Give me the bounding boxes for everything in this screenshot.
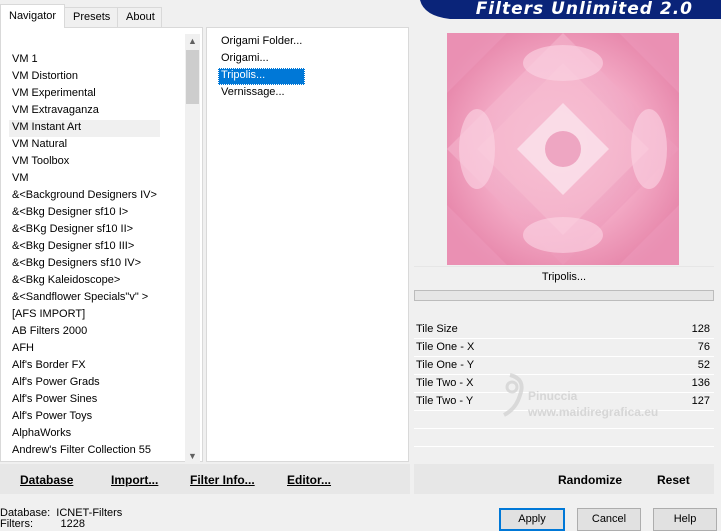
- cancel-button[interactable]: Cancel: [577, 508, 641, 531]
- database-button[interactable]: Database: [20, 473, 73, 487]
- param-tile-size[interactable]: Tile Size 128: [414, 321, 714, 339]
- tab-about[interactable]: About: [117, 7, 162, 27]
- category-item[interactable]: Alf's Power Grads: [9, 375, 160, 392]
- category-item[interactable]: AB Filters 2000: [9, 324, 160, 341]
- scroll-down-arrow-icon[interactable]: ▼: [185, 449, 200, 464]
- category-item[interactable]: VM: [9, 171, 160, 188]
- category-item[interactable]: &<Background Designers IV>: [9, 188, 160, 205]
- watermark-logo-icon: [503, 373, 524, 417]
- right-toolbar: Randomize Reset: [414, 464, 714, 494]
- category-item[interactable]: VM Extravaganza: [9, 103, 160, 120]
- help-button[interactable]: Help: [653, 508, 717, 531]
- category-item[interactable]: VM 1: [9, 52, 160, 69]
- apply-button[interactable]: Apply: [499, 508, 565, 531]
- category-item[interactable]: Alf's Power Sines: [9, 392, 160, 409]
- category-item[interactable]: Alf's Border FX: [9, 358, 160, 375]
- category-list[interactable]: VM 1 VM Distortion VM Experimental VM Extra…: [9, 52, 160, 460]
- category-item[interactable]: &<Bkg Kaleidoscope>: [9, 273, 160, 290]
- param-label: Tile One - X: [416, 341, 475, 353]
- param-value: 76: [697, 341, 710, 353]
- filters-label: Filters:: [0, 518, 33, 530]
- filter-item[interactable]: Vernissage...: [218, 85, 305, 102]
- category-item[interactable]: VM Toolbox: [9, 154, 160, 171]
- filter-item[interactable]: Tripolis...: [218, 68, 306, 85]
- param-label: Tile Two - Y: [416, 395, 474, 407]
- param-value: 127: [691, 395, 710, 407]
- param-empty-row: [414, 429, 714, 447]
- preview-image: [447, 33, 679, 265]
- category-item[interactable]: AFH: [9, 341, 160, 358]
- reset-button[interactable]: Reset: [657, 473, 690, 487]
- category-item[interactable]: &<Bkg Designers sf10 IV>: [9, 256, 160, 273]
- app-banner: Filters Unlimited 2.0: [410, 0, 721, 19]
- category-item[interactable]: &<BKg Designer sf10 II>: [9, 222, 160, 239]
- editor-button[interactable]: Editor...: [287, 473, 331, 487]
- filter-item[interactable]: Origami Folder...: [218, 34, 305, 51]
- filter-list-panel[interactable]: Origami Folder... Origami... Tripolis... Ve…: [206, 27, 409, 462]
- param-label: Tile One - Y: [416, 359, 475, 371]
- watermark-url: www.maidiregrafica.eu: [528, 405, 659, 419]
- param-tile-one-x[interactable]: Tile One - X 76: [414, 339, 714, 357]
- randomize-button[interactable]: Randomize: [558, 473, 622, 487]
- selected-filter-bar: Tripolis...: [414, 266, 714, 289]
- selected-filter-name: Tripolis...: [541, 271, 587, 283]
- category-item[interactable]: &<Sandflower Specials"v" >: [9, 290, 160, 307]
- category-item[interactable]: &<Bkg Designer sf10 I>: [9, 205, 160, 222]
- param-empty-row: [414, 447, 714, 465]
- category-item[interactable]: VM Distortion: [9, 69, 160, 86]
- category-item[interactable]: AlphaWorks: [9, 426, 160, 443]
- param-label: Tile Size: [416, 323, 458, 335]
- category-item[interactable]: VM Instant Art: [9, 120, 160, 137]
- status-info: Database: ICNET-Filters Filters: 1228: [0, 508, 122, 530]
- filter-info-button[interactable]: Filter Info...: [190, 473, 255, 487]
- category-item[interactable]: VM Experimental: [9, 86, 160, 103]
- category-item[interactable]: Andrew's Filter Collection 55: [9, 443, 160, 460]
- category-item[interactable]: [AFS IMPORT]: [9, 307, 160, 324]
- category-scrollbar[interactable]: ▲ ▼: [185, 34, 200, 464]
- category-list-panel[interactable]: VM 1 VM Distortion VM Experimental VM Extra…: [0, 27, 203, 462]
- import-button[interactable]: Import...: [111, 473, 158, 487]
- param-value: 128: [691, 323, 710, 335]
- left-toolbar: Database Import... Filter Info... Editor…: [0, 464, 410, 494]
- tab-presets[interactable]: Presets: [64, 7, 118, 27]
- param-tile-one-y[interactable]: Tile One - Y 52: [414, 357, 714, 375]
- category-item[interactable]: &<Bkg Designer sf10 III>: [9, 239, 160, 256]
- param-label: Tile Two - X: [416, 377, 474, 389]
- param-value: 136: [691, 377, 710, 389]
- scroll-thumb[interactable]: [186, 50, 199, 104]
- filter-item[interactable]: Origami...: [218, 51, 305, 68]
- filter-list[interactable]: Origami Folder... Origami... Tripolis... Ve…: [218, 34, 306, 102]
- progress-bar: [414, 290, 714, 301]
- category-item[interactable]: Alf's Power Toys: [9, 409, 160, 426]
- watermark-name: Pinuccia: [528, 389, 578, 403]
- tab-bar: Navigator Presets About: [0, 0, 410, 28]
- app-title: Filters Unlimited 2.0: [475, 0, 693, 19]
- scroll-up-arrow-icon[interactable]: ▲: [185, 34, 200, 49]
- category-item[interactable]: VM Natural: [9, 137, 160, 154]
- param-value: 52: [697, 359, 710, 371]
- kaleidoscope-preview: [447, 33, 679, 265]
- filters-count: 1228: [60, 518, 85, 530]
- tab-navigator[interactable]: Navigator: [0, 4, 65, 28]
